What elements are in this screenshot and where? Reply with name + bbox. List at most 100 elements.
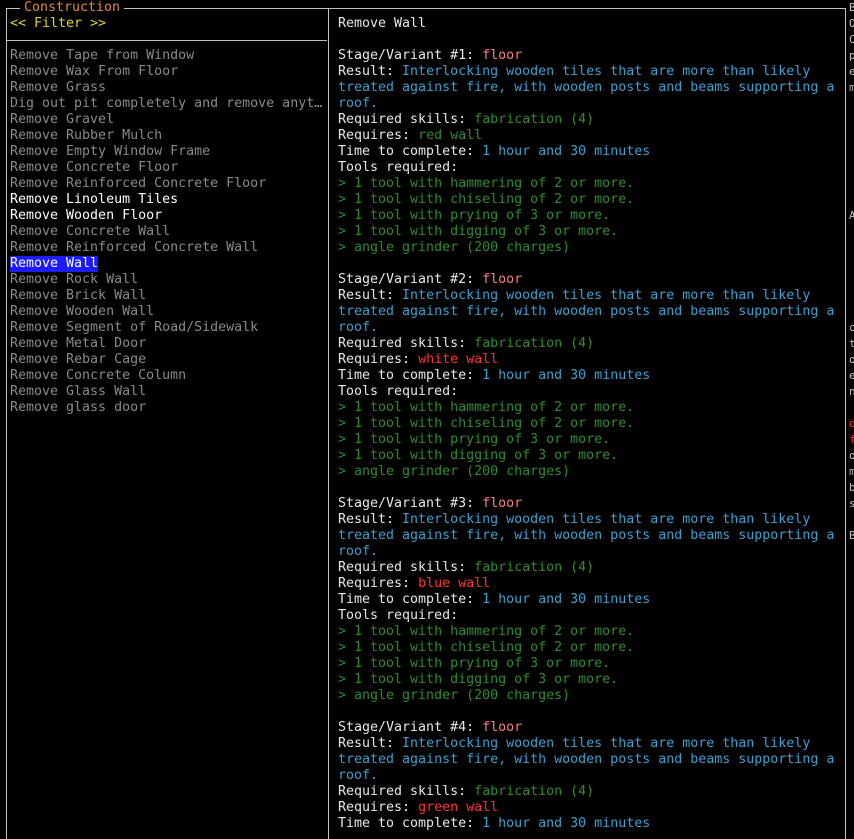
edge-glyph: o — [849, 353, 854, 366]
list-item-label: Remove glass door — [10, 400, 147, 415]
list-item[interactable]: Remove Concrete Column — [10, 368, 326, 384]
requires-label: Requires: — [338, 128, 419, 143]
stage-kind: floor — [482, 272, 523, 287]
list-item-label: Remove Reinforced Concrete Wall — [10, 240, 259, 255]
edge-glyph: o — [849, 449, 854, 462]
edge-glyph — [849, 160, 854, 176]
stage-label: Stage/Variant #4: — [338, 720, 483, 735]
result-label: Result: — [338, 512, 403, 527]
list-item-label: Remove Rock Wall — [10, 272, 139, 287]
edge-glyph — [849, 128, 854, 144]
time-line: Time to complete: 1 hour and 30 minutes — [338, 592, 838, 608]
list-item[interactable]: Remove Tape from Window — [10, 48, 326, 64]
edge-glyph: B — [849, 529, 854, 542]
list-item-label: Remove Rebar Cage — [10, 352, 147, 367]
stage-kind: floor — [482, 720, 523, 735]
result-line: roof. — [338, 320, 838, 336]
time-line: Time to complete: 1 hour and 30 minutes — [338, 816, 838, 832]
panel-title: Construction — [20, 0, 125, 16]
tool-requirement: > angle grinder (200 charges) — [338, 688, 571, 703]
result-line: treated against fire, with wooden posts … — [338, 80, 838, 96]
list-item[interactable]: Remove Rock Wall — [10, 272, 326, 288]
edge-glyph — [849, 592, 854, 608]
tool-requirement: > 1 tool with chiseling of 2 or more. — [338, 640, 635, 655]
time-line: Time to complete: 1 hour and 30 minutes — [338, 144, 838, 160]
result-line: Result: Interlocking wooden tiles that a… — [338, 512, 838, 528]
construction-detail: Remove Wall Stage/Variant #1: floor Resul… — [338, 16, 838, 832]
tool-requirement: > angle grinder (200 charges) — [338, 464, 571, 479]
variant-stage: Stage/Variant #3: floor — [338, 496, 838, 512]
tools-label: Tools required: — [338, 608, 459, 623]
tool-requirement: > 1 tool with digging of 3 or more. — [338, 448, 619, 463]
edge-glyph: t — [849, 337, 854, 350]
list-item[interactable]: Remove Wooden Floor — [10, 208, 326, 224]
requires-value: white wall — [418, 352, 499, 367]
requires-value: blue wall — [418, 576, 491, 591]
skills-label: Required skills: — [338, 784, 475, 799]
result-text: Interlocking wooden tiles that are more … — [402, 512, 811, 527]
result-line: Result: Interlocking wooden tiles that a… — [338, 736, 838, 752]
list-item[interactable]: Remove Gravel — [10, 112, 326, 128]
list-item[interactable]: Remove Grass — [10, 80, 326, 96]
skills-line: Required skills: fabrication (4) — [338, 560, 838, 576]
list-item[interactable]: Remove Concrete Floor — [10, 160, 326, 176]
edge-glyph — [849, 272, 854, 288]
tool-requirement: > 1 tool with prying of 3 or more. — [338, 656, 611, 671]
list-item[interactable]: Remove Wall — [10, 256, 326, 272]
result-text: Interlocking wooden tiles that are more … — [402, 736, 811, 751]
list-item[interactable]: Remove Reinforced Concrete Wall — [10, 240, 326, 256]
result-text: Interlocking wooden tiles that are more … — [402, 288, 811, 303]
list-item[interactable]: Remove Concrete Wall — [10, 224, 326, 240]
list-item[interactable]: Remove Brick Wall — [10, 288, 326, 304]
edge-glyph: m — [849, 465, 854, 478]
filter-button[interactable]: << Filter >> — [10, 16, 106, 32]
list-item[interactable]: Remove Linoleum Tiles — [10, 192, 326, 208]
list-item-label: Remove Wooden Wall — [10, 304, 155, 319]
skills-line: Required skills: fabrication (4) — [338, 784, 838, 800]
edge-glyph: O — [849, 17, 854, 30]
stage-kind: floor — [482, 48, 523, 63]
edge-glyph: C — [849, 33, 854, 46]
list-item[interactable]: Remove Glass Wall — [10, 384, 326, 400]
list-item-label: Remove Wax From Floor — [10, 64, 179, 79]
tools-label: Tools required: — [338, 160, 459, 175]
requires-line: Requires: blue wall — [338, 576, 838, 592]
skills-label: Required skills: — [338, 112, 475, 127]
edge-glyph — [849, 96, 854, 112]
list-item[interactable]: Remove Reinforced Concrete Floor — [10, 176, 326, 192]
edge-glyph — [849, 224, 854, 240]
list-item[interactable]: Remove glass door — [10, 400, 326, 416]
list-item[interactable]: Remove Wax From Floor — [10, 64, 326, 80]
construction-list: Remove Tape from Window Remove Wax From F… — [10, 48, 326, 416]
result-label: Result: — [338, 288, 403, 303]
skills-label: Required skills: — [338, 560, 475, 575]
list-item[interactable]: Remove Rebar Cage — [10, 352, 326, 368]
list-item[interactable]: Remove Rubber Mulch — [10, 128, 326, 144]
edge-glyph — [849, 576, 854, 592]
edge-glyph: n — [849, 385, 854, 398]
stage-label: Stage/Variant #1: — [338, 48, 483, 63]
edge-glyph: e — [849, 369, 854, 382]
result-text: roof. — [338, 768, 379, 783]
edge-glyph: m — [849, 81, 854, 94]
edge-glyph: B — [849, 1, 854, 14]
list-item[interactable]: Remove Segment of Road/Sidewalk — [10, 320, 326, 336]
edge-glyph — [849, 512, 854, 528]
edge-glyph: o — [849, 417, 854, 430]
list-item[interactable]: Remove Empty Window Frame — [10, 144, 326, 160]
list-item[interactable]: Remove Wooden Wall — [10, 304, 326, 320]
list-item-label: Remove Wooden Floor — [10, 208, 163, 223]
list-item-label: Remove Wall — [10, 256, 99, 272]
result-line: roof. — [338, 96, 838, 112]
list-item-label: Remove Empty Window Frame — [10, 144, 211, 159]
edge-glyph — [849, 400, 854, 416]
result-text: treated against fire, with wooden posts … — [338, 80, 835, 95]
list-item[interactable]: Dig out pit completely and remove anyt… — [10, 96, 326, 112]
list-item[interactable]: Remove Metal Door — [10, 336, 326, 352]
time-value: 1 hour and 30 minutes — [482, 144, 651, 159]
time-value: 1 hour and 30 minutes — [482, 592, 651, 607]
list-item-label: Dig out pit completely and remove anyt… — [10, 96, 323, 111]
edge-glyph — [849, 256, 854, 272]
